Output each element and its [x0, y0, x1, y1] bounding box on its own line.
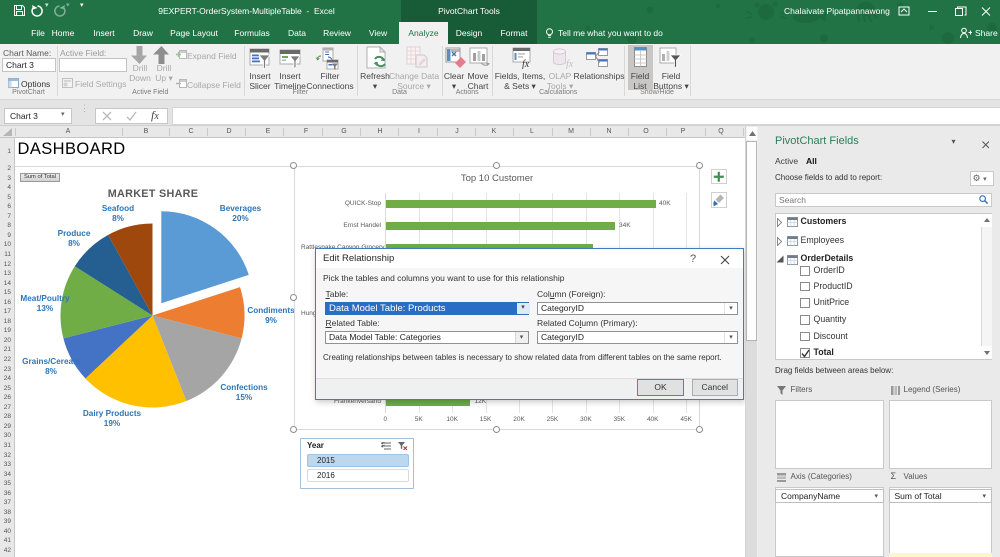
svg-text:fx: fx [566, 59, 574, 69]
svg-text:fx: fx [522, 59, 530, 69]
